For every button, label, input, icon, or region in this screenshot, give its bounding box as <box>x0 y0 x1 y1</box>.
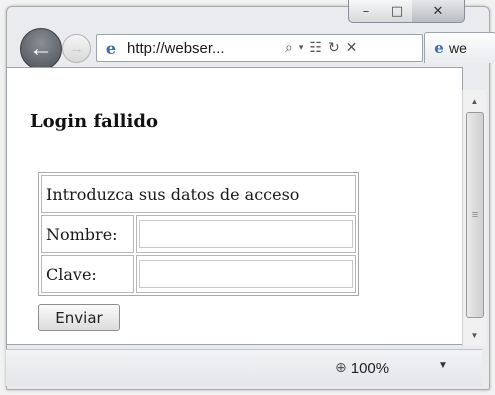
maximize-button[interactable]: □ <box>382 0 413 23</box>
login-form-table: Introduzca sus datos de acceso Nombre: C… <box>38 172 359 296</box>
minimize-icon: – <box>362 3 370 19</box>
refresh-icon[interactable]: ↻ <box>328 40 340 56</box>
form-header: Introduzca sus datos de acceso <box>41 175 356 213</box>
ie-page-icon: e <box>105 38 117 58</box>
stop-icon[interactable]: ✕ <box>346 40 358 56</box>
zoom-control[interactable]: ⊕ 100% <box>335 350 389 386</box>
forward-arrow-icon: → <box>69 40 84 57</box>
page-title: Login fallido <box>30 111 158 132</box>
tab-label: we <box>449 40 467 56</box>
minimize-button[interactable]: – <box>348 0 384 23</box>
close-button[interactable]: ✕ <box>412 0 465 23</box>
zoom-dropdown-icon[interactable]: ▼ <box>438 360 448 371</box>
dropdown-icon[interactable]: ▾ <box>299 43 304 53</box>
search-icon[interactable]: ⌕ <box>285 40 293 56</box>
vertical-scrollbar[interactable]: ▲ ≡ ▼ <box>462 90 486 346</box>
scroll-up-icon[interactable]: ▲ <box>463 92 486 110</box>
scroll-thumb[interactable]: ≡ <box>466 112 484 318</box>
name-label: Nombre: <box>41 215 134 253</box>
maximize-icon: □ <box>390 3 404 19</box>
submit-button[interactable]: Enviar <box>38 304 120 331</box>
grip-icon: ≡ <box>471 209 479 221</box>
scroll-down-icon[interactable]: ▼ <box>463 326 486 344</box>
password-label: Clave: <box>41 255 134 293</box>
compatibility-view-icon[interactable]: ☷ <box>309 40 322 56</box>
url-text[interactable]: http://webser... <box>127 40 277 57</box>
zoom-level: 100% <box>350 359 390 377</box>
name-input[interactable] <box>139 220 353 248</box>
back-arrow-icon: ← <box>29 35 53 62</box>
address-bar[interactable]: e http://webser... ⌕ ▾ ☷ ↻ ✕ <box>96 34 423 62</box>
browser-tab[interactable]: e we <box>424 32 495 63</box>
tab-ie-icon: e <box>434 39 444 57</box>
status-bar <box>6 349 482 386</box>
forward-button[interactable]: → <box>62 34 91 63</box>
back-button[interactable]: ← <box>20 28 62 70</box>
close-icon: ✕ <box>432 3 444 19</box>
address-tools: ⌕ ▾ ☷ ↻ ✕ <box>285 40 357 56</box>
password-input[interactable] <box>139 260 353 288</box>
zoom-icon: ⊕ <box>335 360 347 376</box>
